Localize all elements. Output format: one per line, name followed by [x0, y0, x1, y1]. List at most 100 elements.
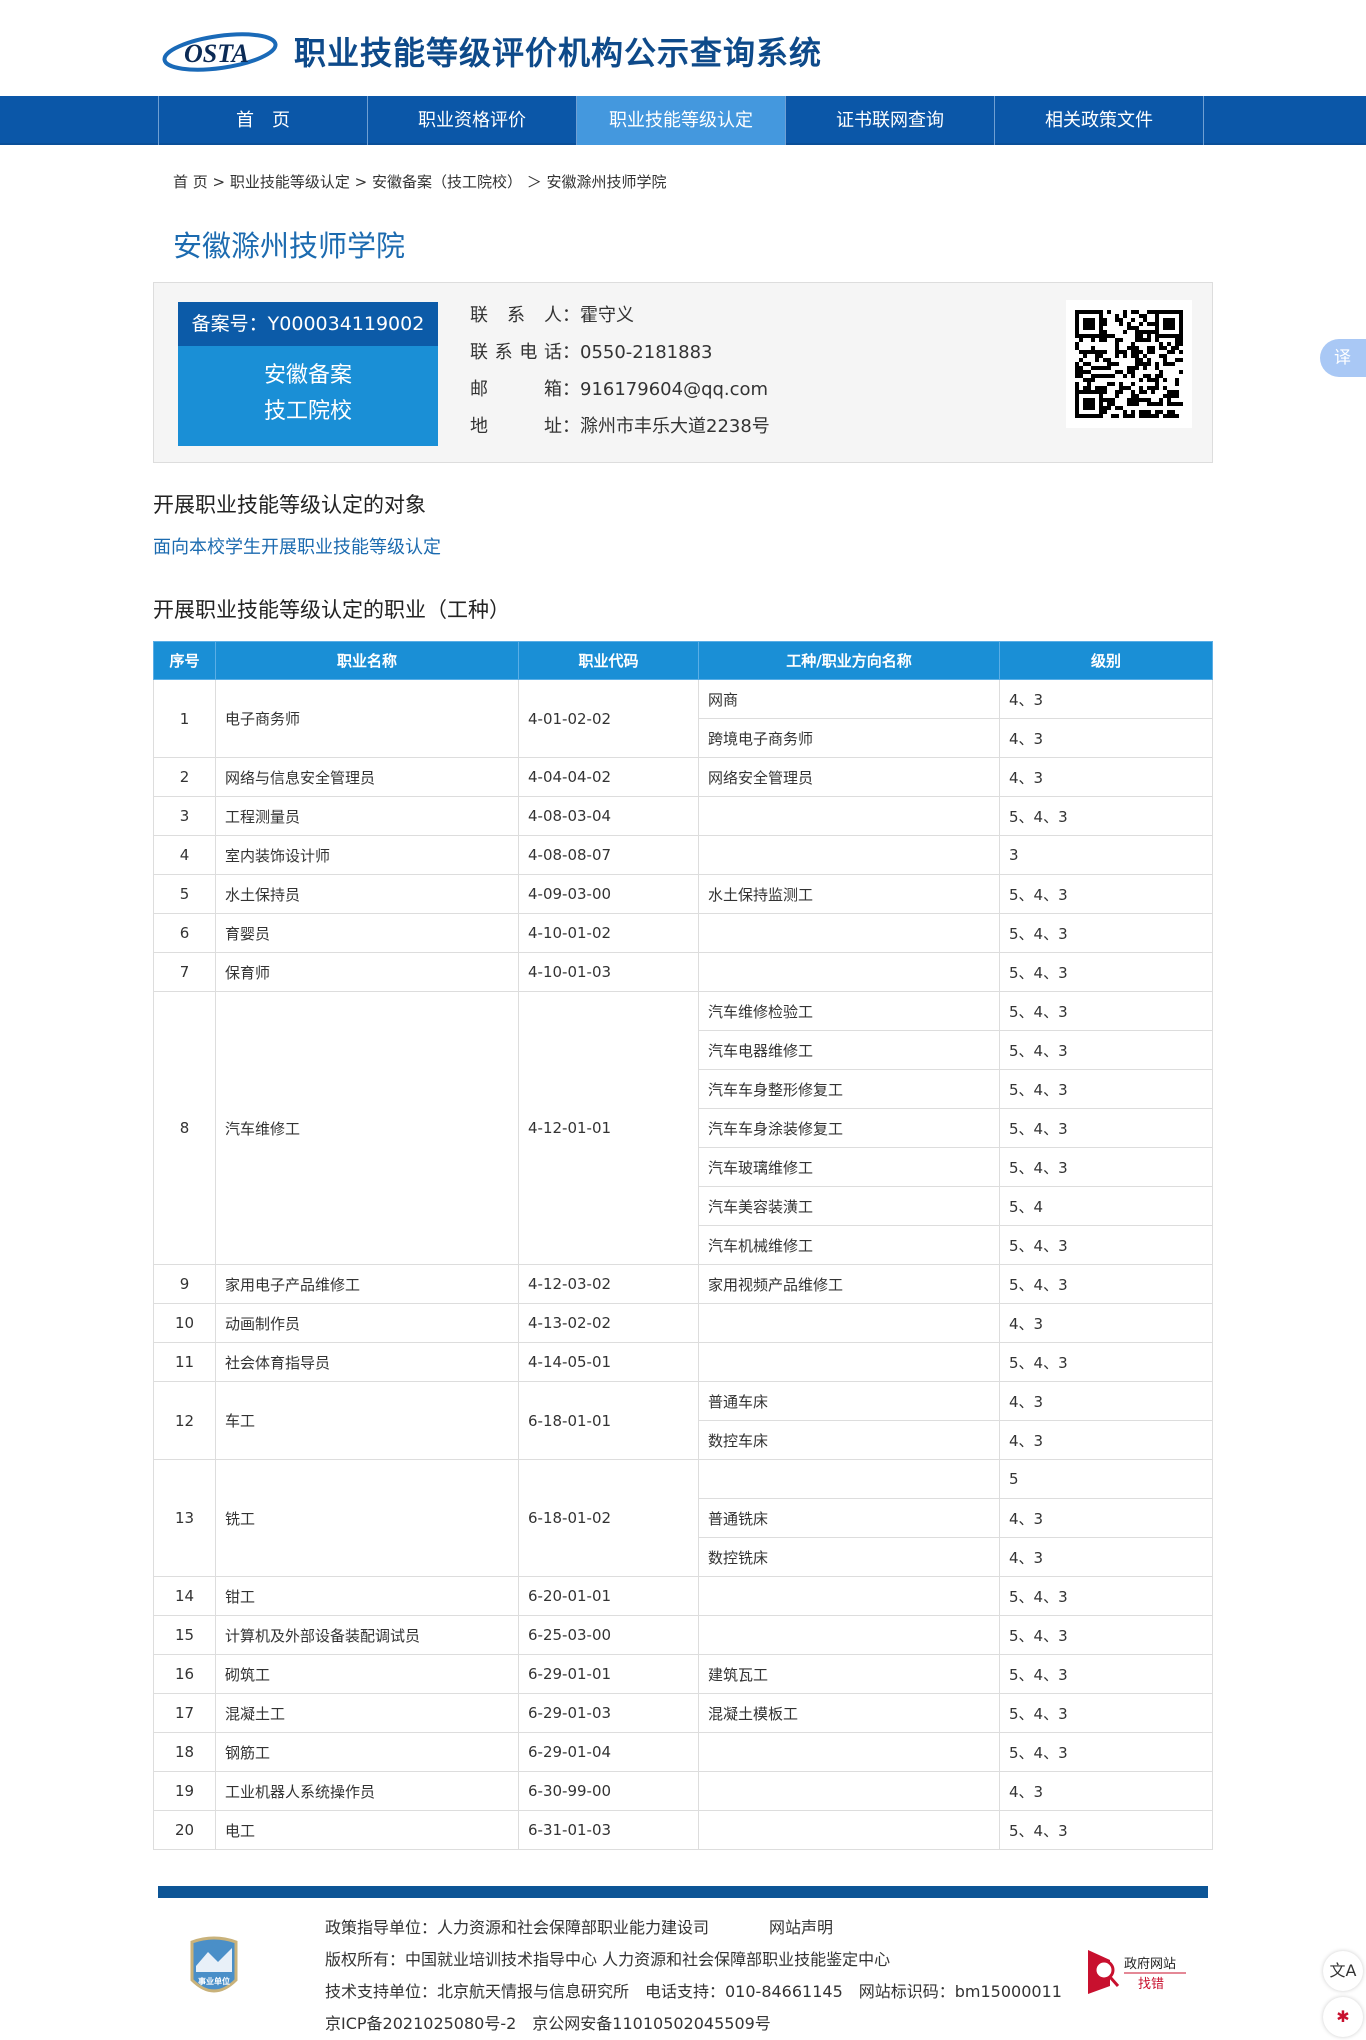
table-row: 18 钢筋工 6-29-01-04 5、4、3 — [153, 1732, 1213, 1772]
cell-name: 动画制作员 — [215, 1303, 519, 1343]
cell-level: 5、4、3 — [999, 1030, 1213, 1070]
cell-no: 15 — [153, 1615, 216, 1655]
gov-error-icon: 政府网站 找错 — [1088, 1950, 1186, 1994]
cell-subtype: 水土保持监测工 — [698, 874, 1000, 914]
cell-no: 20 — [153, 1810, 216, 1850]
footer-info: 政策指导单位：人力资源和社会保障部职业能力建设司 网站声明 版权所有：中国就业培训… — [325, 1912, 1062, 2040]
col-level: 级别 — [999, 641, 1213, 680]
cell-level: 5、4 — [999, 1186, 1213, 1226]
nav-home[interactable]: 首 页 — [159, 96, 368, 145]
target-audience-link[interactable]: 面向本校学生开展职业技能等级认定 — [153, 533, 441, 559]
nav-certificate-query[interactable]: 证书联网查询 — [786, 96, 995, 145]
cell-subtype — [698, 1615, 1000, 1655]
cell-subtype — [698, 835, 1000, 875]
target-section-title: 开展职业技能等级认定的对象 — [153, 493, 426, 517]
cell-code: 4-10-01-02 — [518, 913, 699, 953]
cell-level: 5 — [999, 1459, 1213, 1499]
crumb-region[interactable]: > 安徽备案（技工院校） — [350, 173, 522, 191]
cell-subtype: 普通车床 — [698, 1381, 1000, 1421]
cell-name: 计算机及外部设备装配调试员 — [215, 1615, 519, 1655]
cell-level: 5、4、3 — [999, 1654, 1213, 1694]
table-row: 1 电子商务师 4-01-02-02 网商 4、3 — [153, 679, 1213, 758]
site-statement-link[interactable]: 网站声明 — [769, 1918, 833, 1937]
cell-name: 家用电子产品维修工 — [215, 1264, 519, 1304]
cell-subtype: 汽车车身整形修复工 — [698, 1069, 1000, 1109]
contact-person: 联系人：霍守义 — [470, 305, 634, 326]
record-type: 技工院校 — [263, 399, 352, 424]
cell-level: 5、4、3 — [999, 1693, 1213, 1733]
record-region: 安徽备案 — [263, 363, 352, 388]
cell-level: 4、3 — [999, 1381, 1213, 1421]
cell-no: 1 — [153, 679, 216, 758]
crumb-home[interactable]: 首 页 — [173, 173, 208, 191]
cell-code: 4-08-08-07 — [518, 835, 699, 875]
cell-code: 6-29-01-01 — [518, 1654, 699, 1694]
cell-no: 19 — [153, 1771, 216, 1811]
cell-level: 5、4、3 — [999, 1264, 1213, 1304]
cell-level: 5、4、3 — [999, 874, 1213, 914]
language-icon[interactable]: 文A — [1323, 1951, 1363, 1991]
crumb-skill[interactable]: > 职业技能等级认定 — [208, 173, 350, 191]
cell-subtype — [698, 952, 1000, 992]
table-row: 9 家用电子产品维修工 4-12-03-02 家用视频产品维修工 5、4、3 — [153, 1264, 1213, 1304]
table-row: 7 保育师 4-10-01-03 5、4、3 — [153, 952, 1213, 992]
table-row: 6 育婴员 4-10-01-02 5、4、3 — [153, 913, 1213, 953]
cell-name: 社会体育指导员 — [215, 1342, 519, 1382]
cell-no: 11 — [153, 1342, 216, 1382]
table-row: 14 钳工 6-20-01-01 5、4、3 — [153, 1576, 1213, 1616]
cell-level: 4、3 — [999, 757, 1213, 797]
cell-level: 4、3 — [999, 1498, 1213, 1538]
cell-name: 保育师 — [215, 952, 519, 992]
nav-skill-level[interactable]: 职业技能等级认定 — [577, 96, 786, 145]
cell-no: 12 — [153, 1381, 216, 1460]
cell-name: 网络与信息安全管理员 — [215, 757, 519, 797]
cell-code: 4-01-02-02 — [518, 679, 699, 758]
footer-icp[interactable]: 京ICP备2021025080号-2 京公网安备11010502045509号 — [325, 2008, 1062, 2040]
cell-subtype — [698, 1810, 1000, 1850]
table-row: 12 车工 6-18-01-01 普通车床 4、3 — [153, 1381, 1213, 1460]
cell-subtype: 数控铣床 — [698, 1537, 1000, 1577]
footer-bar — [158, 1886, 1208, 1898]
cell-subtype: 汽车机械维修工 — [698, 1225, 1000, 1265]
nav-policy[interactable]: 相关政策文件 — [995, 96, 1204, 145]
cell-subtype: 汽车车身涂装修复工 — [698, 1108, 1000, 1148]
cell-code: 4-12-01-01 — [518, 991, 699, 1265]
cell-name: 混凝土工 — [215, 1693, 519, 1733]
translate-float-button[interactable]: 译 — [1320, 339, 1366, 377]
osta-logo[interactable]: OSTA — [162, 28, 280, 72]
table-row: 8 汽车维修工 4-12-01-01 汽车维修检验工 5、4、3 — [153, 991, 1213, 1265]
cell-name: 工程测量员 — [215, 796, 519, 836]
cell-subtype — [698, 1576, 1000, 1616]
cell-level: 5、4、3 — [999, 1342, 1213, 1382]
cell-level: 4、3 — [999, 679, 1213, 719]
table-row: 11 社会体育指导员 4-14-05-01 5、4、3 — [153, 1342, 1213, 1382]
svg-text:找错: 找错 — [1138, 1977, 1164, 1992]
cell-name: 育婴员 — [215, 913, 519, 953]
nav-qualification[interactable]: 职业资格评价 — [368, 96, 577, 145]
cell-name: 工业机器人系统操作员 — [215, 1771, 519, 1811]
contact-list: 联系人：霍守义 联系电话：0550-2181883 邮箱：916179604@q… — [470, 297, 770, 445]
public-institution-emblem[interactable]: 事业单位 — [188, 1936, 240, 2002]
cell-level: 4、3 — [999, 1771, 1213, 1811]
cell-code: 4-08-03-04 — [518, 796, 699, 836]
cell-no: 7 — [153, 952, 216, 992]
table-row: 19 工业机器人系统操作员 6-30-99-00 4、3 — [153, 1771, 1213, 1811]
cell-subtype: 数控车床 — [698, 1420, 1000, 1460]
footer-policy: 政策指导单位：人力资源和社会保障部职业能力建设司 — [325, 1918, 710, 1937]
network-icon[interactable]: ✱ — [1323, 1997, 1363, 2037]
cell-code: 4-10-01-03 — [518, 952, 699, 992]
cell-name: 水土保持员 — [215, 874, 519, 914]
table-row: 4 室内装饰设计师 4-08-08-07 3 — [153, 835, 1213, 875]
cell-name: 室内装饰设计师 — [215, 835, 519, 875]
cell-level: 5、4、3 — [999, 991, 1213, 1031]
cell-code: 6-20-01-01 — [518, 1576, 699, 1616]
cell-code: 6-25-03-00 — [518, 1615, 699, 1655]
cell-no: 17 — [153, 1693, 216, 1733]
cell-level: 5、4、3 — [999, 1732, 1213, 1772]
gov-site-error-report[interactable]: 政府网站 找错 — [1088, 1948, 1188, 1996]
cell-level: 4、3 — [999, 718, 1213, 758]
cell-code: 4-13-02-02 — [518, 1303, 699, 1343]
cell-subtype — [698, 1771, 1000, 1811]
record-badge: 备案号：Y000034119002 安徽备案 技工院校 — [178, 302, 438, 446]
cell-subtype: 建筑瓦工 — [698, 1654, 1000, 1694]
